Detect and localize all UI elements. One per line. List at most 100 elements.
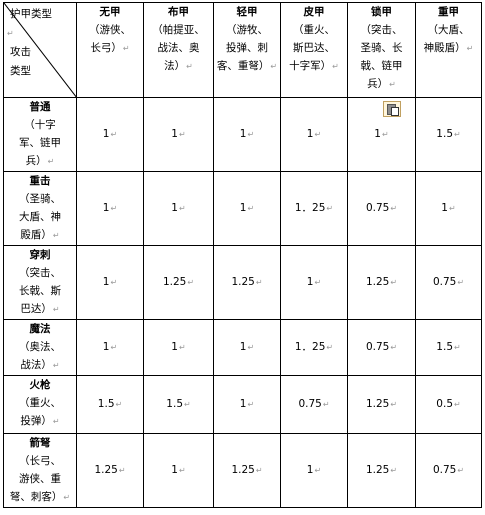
value-cell: 1.25↵ <box>213 245 281 320</box>
value-cell: 0.75↵ <box>347 319 416 376</box>
table-row: 魔法 （奥法、 战法）↵ 1↵ 1↵ 1↵ 1．25↵ 0.75↵ 1.5↵ <box>3 319 482 376</box>
attack-units-line: （重火、 <box>19 397 61 409</box>
attack-name: 穿刺 <box>29 249 51 261</box>
paragraph-mark: ↵ <box>7 29 14 38</box>
attack-units-line: 游侠、重 <box>19 473 61 485</box>
armor-name: 轻甲 <box>236 6 258 18</box>
attack-name: 重击 <box>29 175 51 187</box>
armor-units-line: 投弹、刺 <box>226 42 268 54</box>
value-cell: 1.25↵ <box>347 245 416 320</box>
attack-units-line: 殿盾）↵ <box>20 229 60 241</box>
armor-units-line: （突击、 <box>360 24 403 36</box>
armor-name: 皮甲 <box>303 6 325 18</box>
attack-units-line: 投弹）↵ <box>20 415 60 427</box>
value-cell: 1.5↵ <box>76 375 144 434</box>
armor-units-line: （游牧、 <box>226 24 268 36</box>
header-armor-5: 重甲 （大盾、 神殿盾）↵ <box>415 2 482 98</box>
paste-options-icon[interactable] <box>383 101 401 117</box>
attack-type-label-2: 类型 <box>10 65 31 77</box>
value-cell: 1↵ <box>415 171 482 246</box>
armor-units-line: 斯巴达、 <box>293 42 335 54</box>
attack-type-cell: 普通 （十字 军、链甲 兵）↵ <box>3 97 77 172</box>
value-cell: 1.25↵ <box>213 433 281 508</box>
header-armor-0: 无甲 （游侠、 长弓）↵ <box>76 2 144 98</box>
table-row: 普通 （十字 军、链甲 兵）↵ 1↵ 1↵ 1↵ 1↵ 1↵ 1.5↵ <box>3 97 482 172</box>
attack-units-line: （突击、 <box>19 267 61 279</box>
armor-units-line: 圣骑、长 <box>360 42 403 54</box>
value-cell: 1.25↵ <box>143 245 214 320</box>
attack-type-label: 攻击 <box>10 46 31 58</box>
value-cell: 1.5↵ <box>143 375 214 434</box>
header-row: 护甲类型 ↵ 攻击 类型 无甲 （游侠、 长弓）↵ 布甲 （帕提亚、 战法、奥 … <box>3 2 482 98</box>
attack-type-cell: 箭弩 （长弓、 游侠、重 弩、刺客）↵ <box>3 433 77 508</box>
value-cell: 1↵ <box>76 319 144 376</box>
header-armor-3: 皮甲 （重火、 斯巴达、 十字军）↵ <box>280 2 348 98</box>
value-cell: 1.25↵ <box>347 375 416 434</box>
header-armor-2: 轻甲 （游牧、 投弹、刺 客、重弩）↵ <box>213 2 281 98</box>
value-cell: 1↵ <box>143 433 214 508</box>
attack-type-cell: 火枪 （重火、 投弹）↵ <box>3 375 77 434</box>
attack-name: 魔法 <box>29 323 51 335</box>
armor-units-line: 十字军）↵ <box>289 60 339 72</box>
attack-name: 箭弩 <box>29 437 51 449</box>
value-cell: 1↵ <box>280 433 348 508</box>
attack-name: 普通 <box>29 101 51 113</box>
value-cell: 1↵ <box>280 245 348 320</box>
value-cell: 1↵ <box>143 171 214 246</box>
attack-type-cell: 魔法 （奥法、 战法）↵ <box>3 319 77 376</box>
armor-name: 锁甲 <box>371 6 392 18</box>
attack-units-line: 兵）↵ <box>25 155 55 167</box>
corner-cell: 护甲类型 ↵ 攻击 类型 <box>3 2 77 98</box>
header-armor-4: 锁甲 （突击、 圣骑、长 戟、链甲 兵）↵ <box>347 2 416 98</box>
attack-units-line: 长戟、斯 <box>19 285 61 297</box>
value-cell: 1↵ <box>213 171 281 246</box>
armor-name: 重甲 <box>438 6 459 18</box>
value-cell: 1.5↵ <box>415 319 482 376</box>
value-cell: 1↵ <box>280 97 348 172</box>
table-row: 箭弩 （长弓、 游侠、重 弩、刺客）↵ 1.25↵ 1↵ 1.25↵ 1↵ 1.… <box>3 433 482 508</box>
header-armor-1: 布甲 （帕提亚、 战法、奥 法）↵ <box>143 2 214 98</box>
value-cell: 1↵ <box>213 375 281 434</box>
value-cell: 1.25↵ <box>76 433 144 508</box>
value-cell: 1↵ <box>76 97 144 172</box>
value-cell: 0.75↵ <box>347 171 416 246</box>
value-cell: 1↵ <box>213 97 281 172</box>
value-cell: 1↵ <box>76 171 144 246</box>
attack-name: 火枪 <box>29 379 51 391</box>
table-row: 火枪 （重火、 投弹）↵ 1.5↵ 1.5↵ 1↵ 0.75↵ 1.25↵ 0.… <box>3 375 482 434</box>
attack-type-cell: 重击 （圣骑、 大盾、神 殿盾）↵ <box>3 171 77 246</box>
value-cell: 1↵ <box>213 319 281 376</box>
armor-units-line: 长弓）↵ <box>90 42 130 54</box>
value-cell: 0.75↵ <box>415 245 482 320</box>
attack-units-line: 弩、刺客）↵ <box>9 491 71 503</box>
armor-name: 布甲 <box>168 6 189 18</box>
armor-name: 无甲 <box>99 6 121 18</box>
table-row: 重击 （圣骑、 大盾、神 殿盾）↵ 1↵ 1↵ 1↵ 1．25↵ 0.75↵ 1… <box>3 171 482 246</box>
attack-units-line: 军、链甲 <box>19 137 61 149</box>
attack-units-line: （十字 <box>24 119 56 131</box>
value-cell: 0.75↵ <box>280 375 348 434</box>
attack-units-line: （长弓、 <box>19 455 61 467</box>
attack-units-line: 大盾、神 <box>19 211 61 223</box>
value-cell: 1．25↵ <box>280 319 348 376</box>
attack-units-line: （圣骑、 <box>19 193 61 205</box>
attack-units-line: （奥法、 <box>19 341 61 353</box>
attack-units-line: 战法）↵ <box>20 359 60 371</box>
value-cell: 1↵ <box>143 97 214 172</box>
armor-units-line: （大盾、 <box>427 24 470 36</box>
attack-units-line: 巴达）↵ <box>20 303 60 315</box>
armor-units-line: （游侠、 <box>89 24 131 36</box>
value-cell: 1↵ <box>76 245 144 320</box>
armor-units-line: （帕提亚、 <box>152 24 205 36</box>
value-cell: 1↵ <box>347 97 416 172</box>
attack-type-cell: 穿刺 （突击、 长戟、斯 巴达）↵ <box>3 245 77 320</box>
armor-units-line: 战法、奥 <box>157 42 200 54</box>
armor-units-line: （重火、 <box>293 24 335 36</box>
value-cell: 0.75↵ <box>415 433 482 508</box>
value-cell: 1.5↵ <box>415 97 482 172</box>
armor-units-line: 戟、链甲 <box>360 60 403 72</box>
value-cell: 1．25↵ <box>280 171 348 246</box>
value-cell: 1.25↵ <box>347 433 416 508</box>
armor-units-line: 神殿盾）↵ <box>423 42 474 54</box>
damage-table: 护甲类型 ↵ 攻击 类型 无甲 （游侠、 长弓）↵ 布甲 （帕提亚、 战法、奥 … <box>3 2 482 508</box>
